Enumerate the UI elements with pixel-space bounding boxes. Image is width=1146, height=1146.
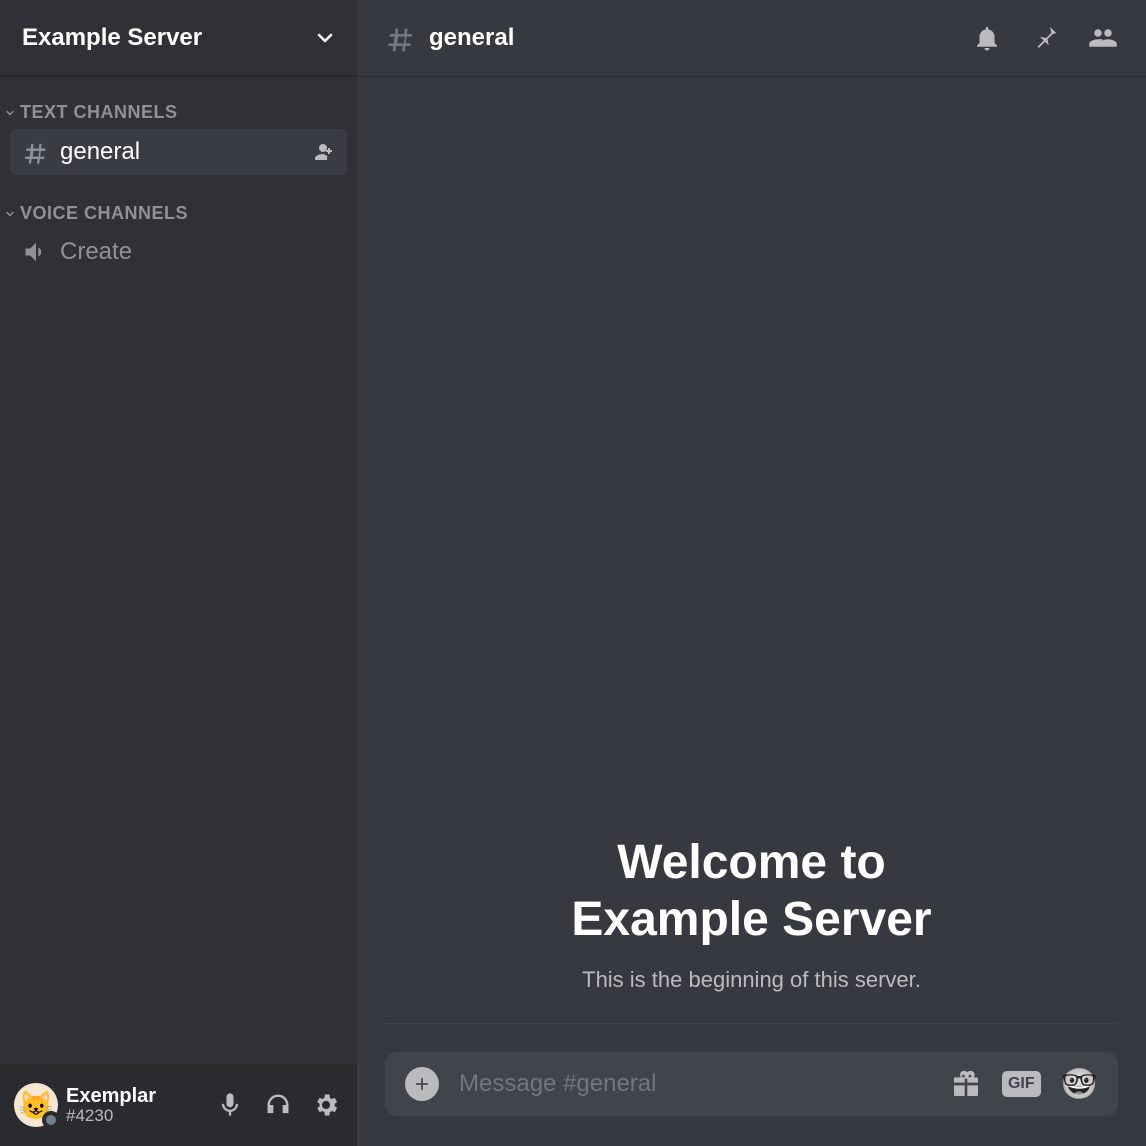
voice-channel-create[interactable]: Create <box>10 230 347 274</box>
text-channels-category[interactable]: TEXT CHANNELS <box>0 102 357 123</box>
settings-button[interactable] <box>309 1088 343 1122</box>
user-info[interactable]: Exemplar #4230 <box>66 1085 205 1126</box>
welcome-subtitle: This is the beginning of this server. <box>385 967 1118 993</box>
channel-header: general <box>357 0 1146 76</box>
hash-icon <box>385 22 417 54</box>
user-name: Exemplar <box>66 1085 205 1107</box>
avatar[interactable]: 😺 <box>14 1083 58 1127</box>
status-indicator <box>42 1111 60 1129</box>
add-member-icon[interactable] <box>311 140 335 164</box>
chevron-down-icon <box>4 208 16 220</box>
members-icon <box>1088 23 1118 53</box>
pin-icon <box>1030 23 1060 53</box>
attach-button[interactable] <box>405 1067 439 1101</box>
emoji-picker-button[interactable]: 🤓 <box>1061 1067 1098 1102</box>
bell-icon <box>972 23 1002 53</box>
voice-channels-category[interactable]: VOICE CHANNELS <box>0 203 357 224</box>
deafen-button[interactable] <box>261 1088 295 1122</box>
chevron-down-icon <box>4 107 16 119</box>
voice-channels-label: VOICE CHANNELS <box>20 203 188 224</box>
channel-title: general <box>429 24 972 52</box>
text-channels-label: TEXT CHANNELS <box>20 102 178 123</box>
gif-button[interactable]: GIF <box>1002 1071 1041 1097</box>
message-input[interactable] <box>459 1070 930 1098</box>
user-tag: #4230 <box>66 1107 205 1126</box>
server-dropdown[interactable]: Example Server <box>0 0 357 76</box>
notifications-button[interactable] <box>972 23 1002 53</box>
welcome-heading-line2: Example Server <box>385 891 1118 949</box>
headphones-icon <box>264 1091 292 1119</box>
channels-sidebar: Example Server TEXT CHANNELS general VOI… <box>0 0 357 1146</box>
microphone-icon <box>216 1091 244 1119</box>
messages-area: Welcome to Example Server This is the be… <box>357 76 1146 1044</box>
channel-list: TEXT CHANNELS general VOICE CHANNELS Cre… <box>0 76 357 1064</box>
server-name: Example Server <box>22 24 202 52</box>
voice-channel-label: Create <box>60 238 132 266</box>
welcome-block: Welcome to Example Server This is the be… <box>385 834 1118 1024</box>
plus-icon <box>412 1074 432 1094</box>
pinned-messages-button[interactable] <box>1030 23 1060 53</box>
hash-icon <box>22 138 50 166</box>
mute-button[interactable] <box>213 1088 247 1122</box>
user-panel: 😺 Exemplar #4230 <box>0 1064 357 1146</box>
member-list-button[interactable] <box>1088 23 1118 53</box>
channel-general[interactable]: general <box>10 129 347 175</box>
chevron-down-icon <box>313 26 337 50</box>
gift-button[interactable] <box>950 1068 982 1100</box>
welcome-heading-line1: Welcome to <box>385 834 1118 892</box>
message-composer: GIF 🤓 <box>385 1052 1118 1116</box>
gift-icon <box>950 1068 982 1100</box>
channel-name-label: general <box>60 138 311 166</box>
speaker-icon <box>22 238 50 266</box>
main-column: general Welcome to Example Server This i… <box>357 0 1146 1146</box>
gear-icon <box>312 1091 340 1119</box>
